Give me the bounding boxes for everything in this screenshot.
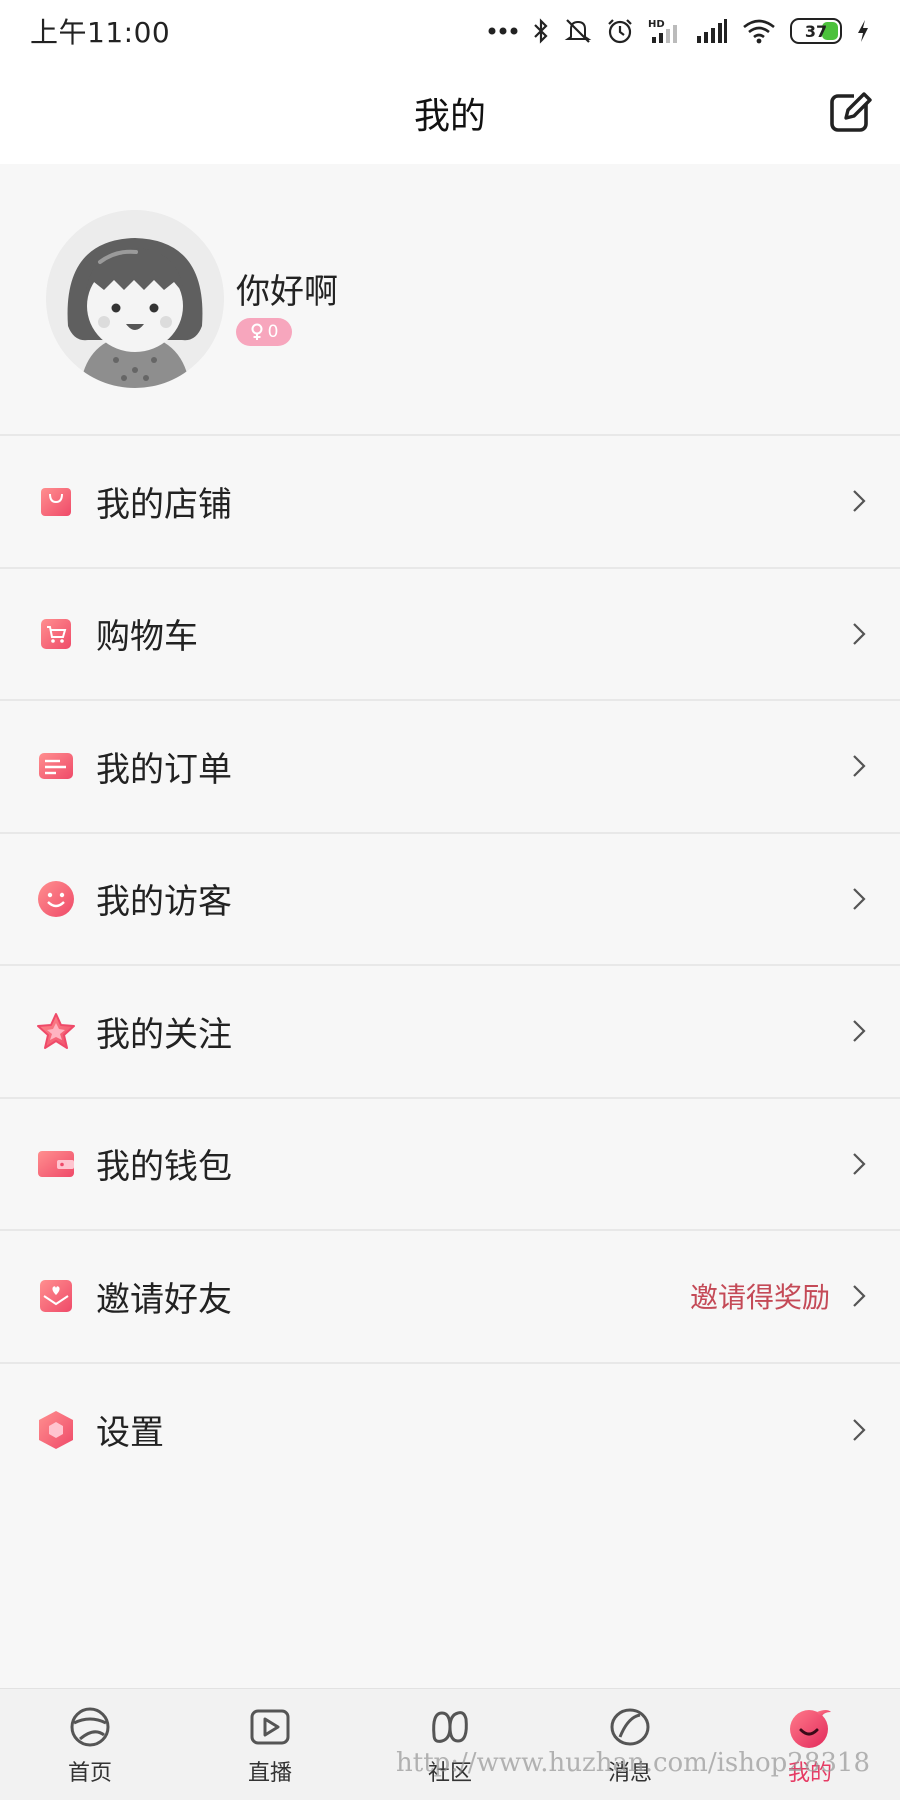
menu-label: 我的访客 <box>96 882 232 923</box>
mute-icon <box>564 16 592 46</box>
alarm-icon <box>606 16 634 46</box>
live-play-icon <box>246 1703 294 1751</box>
smile-icon <box>36 879 76 919</box>
username: 你好啊 <box>236 272 338 312</box>
nav-label: 我的 <box>787 1760 832 1786</box>
menu-item-my-shop[interactable]: 我的店铺 <box>0 436 900 569</box>
female-icon <box>251 323 263 340</box>
avatar[interactable] <box>46 210 224 388</box>
menu-label: 购物车 <box>96 617 198 658</box>
menu-label: 我的关注 <box>96 1014 232 1055</box>
menu-label: 设置 <box>96 1413 164 1454</box>
menu-item-settings[interactable]: 设置 <box>0 1363 900 1496</box>
nav-item-profile[interactable]: 我的 <box>735 1689 885 1800</box>
nav-label: 首页 <box>67 1760 112 1786</box>
chevron-right-icon <box>848 751 870 781</box>
bottom-nav: 首页 直播 社区 消息 我的 <box>0 1688 900 1800</box>
menu-item-my-visitors[interactable]: 我的访客 <box>0 833 900 966</box>
menu-label: 邀请好友 <box>96 1279 232 1320</box>
nav-label: 社区 <box>427 1760 472 1786</box>
menu-item-cart[interactable]: 购物车 <box>0 568 900 701</box>
wifi-icon <box>742 16 776 46</box>
menu-item-my-orders[interactable]: 我的订单 <box>0 701 900 834</box>
community-loop-icon <box>426 1703 474 1751</box>
bluetooth-icon <box>532 16 550 46</box>
menu-list: 我的店铺 购物车 我的订单 我的访客 我的关注 我的钱包 邀请好友 邀请得奖励 … <box>0 436 900 1496</box>
message-icon <box>606 1703 654 1751</box>
settings-hexagon-icon <box>36 1410 76 1450</box>
invite-envelope-icon <box>36 1276 76 1316</box>
home-swirl-icon <box>66 1703 114 1751</box>
menu-item-my-wallet[interactable]: 我的钱包 <box>0 1098 900 1231</box>
charging-icon <box>856 16 870 46</box>
menu-item-invite-friends[interactable]: 邀请好友 邀请得奖励 <box>0 1231 900 1364</box>
nav-label: 直播 <box>247 1760 292 1786</box>
wallet-icon <box>36 1144 76 1184</box>
menu-item-my-follows[interactable]: 我的关注 <box>0 966 900 1099</box>
menu-label: 我的订单 <box>96 749 232 790</box>
menu-label: 我的店铺 <box>96 484 232 525</box>
status-icons: HD 37 <box>488 16 870 46</box>
status-bar: 上午11:00 HD 37 <box>0 0 900 62</box>
nav-item-community[interactable]: 社区 <box>375 1689 525 1800</box>
star-icon <box>36 1011 76 1051</box>
nav-label: 消息 <box>607 1760 652 1786</box>
page-title: 我的 <box>413 96 486 137</box>
nav-item-messages[interactable]: 消息 <box>555 1689 705 1800</box>
edit-icon <box>830 92 872 132</box>
status-time: 上午11:00 <box>30 16 171 49</box>
nav-item-home[interactable]: 首页 <box>15 1689 165 1800</box>
chevron-right-icon <box>848 619 870 649</box>
svg-text:HD: HD <box>648 19 665 30</box>
chevron-right-icon <box>848 1281 870 1311</box>
badge-count: 0 <box>267 322 279 342</box>
hd-signal-icon: HD <box>648 16 682 46</box>
order-icon <box>36 746 76 786</box>
battery-level: 37 <box>804 21 828 41</box>
cart-icon <box>36 614 76 654</box>
menu-label: 我的钱包 <box>96 1147 232 1188</box>
chevron-right-icon <box>848 486 870 516</box>
chevron-right-icon <box>848 884 870 914</box>
shop-bag-icon <box>36 481 76 521</box>
header: 我的 <box>0 62 900 164</box>
gender-badge: 0 <box>236 318 292 346</box>
chevron-right-icon <box>848 1415 870 1445</box>
edit-button[interactable] <box>826 88 874 136</box>
signal-icon <box>696 16 728 46</box>
profile-flame-icon <box>786 1703 834 1751</box>
nav-item-live[interactable]: 直播 <box>195 1689 345 1800</box>
profile-section: 你好啊 0 <box>0 164 900 436</box>
chevron-right-icon <box>848 1016 870 1046</box>
chevron-right-icon <box>848 1149 870 1179</box>
more-dots-icon <box>488 16 518 46</box>
invite-reward-text: 邀请得奖励 <box>689 1281 830 1315</box>
battery-icon: 37 <box>790 18 842 44</box>
